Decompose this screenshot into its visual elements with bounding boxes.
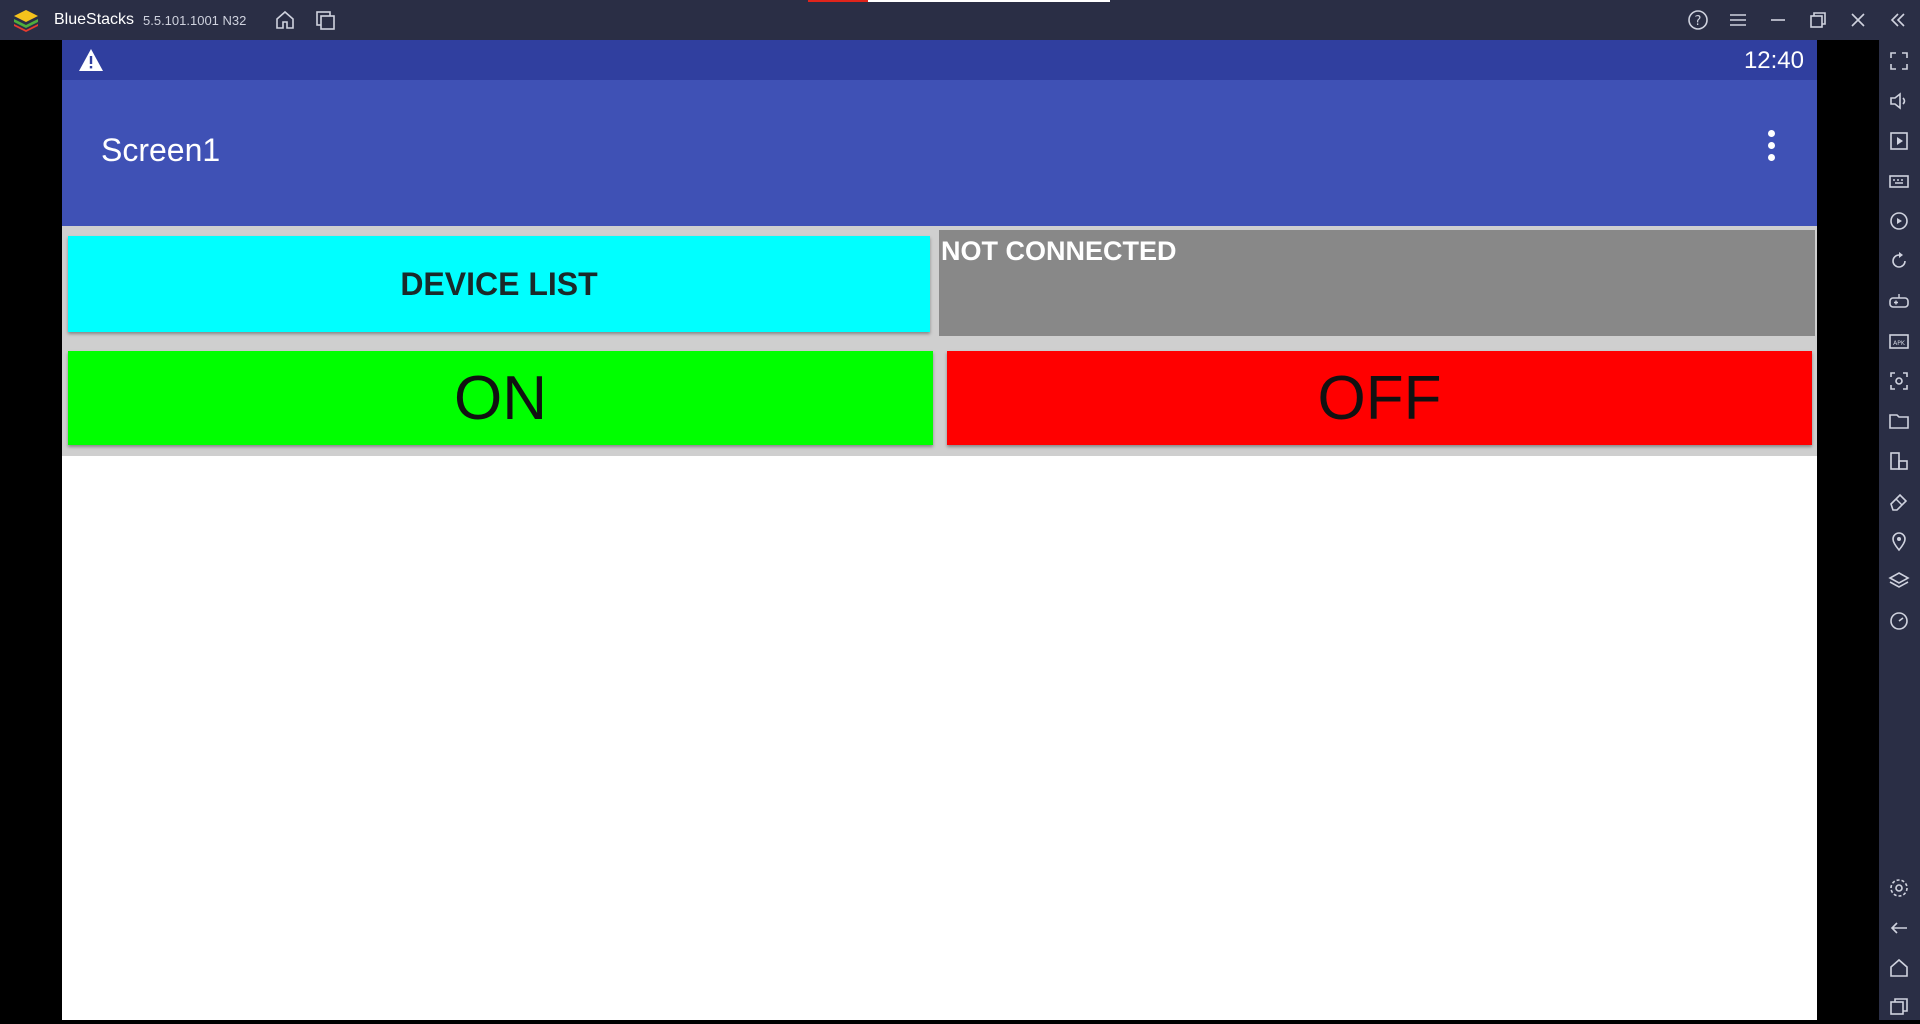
- status-time: 12:40: [1743, 47, 1804, 74]
- svg-text:APK: APK: [1893, 340, 1906, 347]
- app-name: BlueStacks: [54, 11, 135, 28]
- more-vert-icon[interactable]: [1767, 130, 1777, 166]
- left-gutter: [0, 40, 62, 1020]
- off-button[interactable]: OFF: [947, 351, 1812, 445]
- folder-icon[interactable]: [1887, 409, 1911, 433]
- off-label: OFF: [1317, 363, 1442, 433]
- window-title-bar: BlueStacks 5.5.101.1001 N32 ?: [0, 0, 1920, 40]
- device-list-label: DEVICE LIST: [400, 265, 598, 302]
- rotate-icon[interactable]: [1887, 249, 1911, 273]
- media-icon[interactable]: [1887, 129, 1911, 153]
- apk-icon[interactable]: APK: [1887, 329, 1911, 353]
- minimize-icon[interactable]: [1766, 8, 1790, 32]
- multi-instance-icon[interactable]: [313, 8, 337, 32]
- gamepad-icon[interactable]: [1887, 289, 1911, 313]
- eraser-icon[interactable]: [1887, 489, 1911, 513]
- multi-resize-icon[interactable]: [1887, 449, 1911, 473]
- recents-icon[interactable]: [1887, 995, 1911, 1019]
- connection-status-label: NOT CONNECTED: [939, 230, 1815, 336]
- layers-icon[interactable]: [1887, 569, 1911, 593]
- connection-status-text: NOT CONNECTED: [941, 236, 1177, 266]
- on-button[interactable]: ON: [68, 351, 933, 445]
- location-icon[interactable]: [1887, 529, 1911, 553]
- page-title: Screen1: [101, 132, 221, 168]
- screenshot-icon[interactable]: [1887, 369, 1911, 393]
- fullscreen-icon[interactable]: [1887, 49, 1911, 73]
- bluestacks-logo-icon: [12, 8, 40, 32]
- svg-text:?: ?: [1695, 14, 1702, 29]
- android-home-icon[interactable]: [1887, 956, 1911, 980]
- app-bar: Screen1: [62, 80, 1817, 226]
- volume-icon[interactable]: [1887, 89, 1911, 113]
- help-icon[interactable]: ?: [1686, 8, 1710, 32]
- restore-icon[interactable]: [1806, 8, 1830, 32]
- collapse-sidebar-icon[interactable]: [1886, 8, 1910, 32]
- app-version: 5.5.101.1001 N32: [143, 13, 247, 28]
- controls-arrangement: DEVICE LIST NOT CONNECTED ON OFF: [62, 226, 1817, 456]
- progress-track: [868, 0, 1110, 2]
- settings-icon[interactable]: [1887, 876, 1911, 900]
- close-icon[interactable]: [1846, 8, 1870, 32]
- menu-icon[interactable]: [1726, 8, 1750, 32]
- home-icon[interactable]: [273, 8, 297, 32]
- on-label: ON: [454, 363, 547, 433]
- keyboard-icon[interactable]: [1887, 169, 1911, 193]
- speed-icon[interactable]: [1887, 609, 1911, 633]
- back-icon[interactable]: [1887, 916, 1911, 940]
- warning-icon: [78, 48, 104, 72]
- bluestacks-sidebar: APK: [1879, 40, 1920, 1020]
- progress-accent: [808, 0, 868, 2]
- device-list-button[interactable]: DEVICE LIST: [68, 236, 930, 332]
- record-icon[interactable]: [1887, 209, 1911, 233]
- android-screen: 12:40 Screen1 DEVICE LIST NOT CONNECTED …: [62, 40, 1817, 1020]
- android-status-bar: 12:40: [62, 40, 1817, 80]
